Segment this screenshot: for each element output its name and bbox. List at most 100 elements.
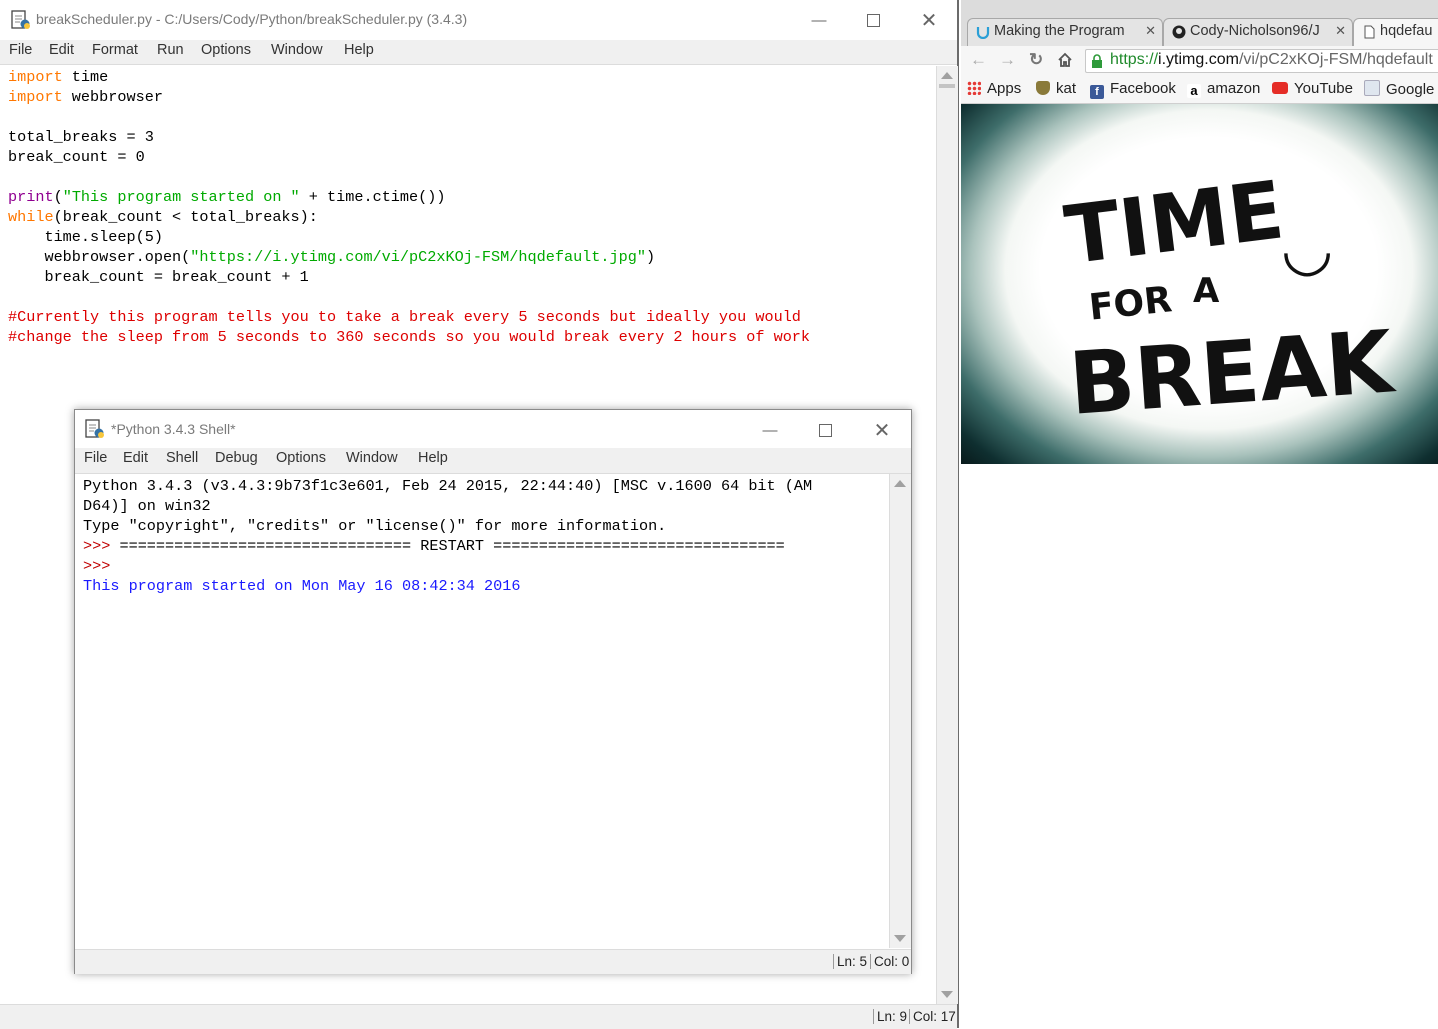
code-line: import time: [8, 67, 927, 87]
shell-line: >>>: [83, 556, 881, 576]
bookmark-amazon[interactable]: a amazon: [1187, 80, 1260, 98]
scroll-thumb[interactable]: [939, 84, 955, 88]
code-line: #Currently this program tells you to tak…: [8, 307, 927, 327]
shell-close-button[interactable]: ✕: [867, 418, 897, 442]
page-icon: [1364, 25, 1375, 39]
lock-icon: [1092, 54, 1102, 68]
shell-token: Type "copyright", "credits" or "license(…: [83, 517, 667, 535]
address-bar[interactable]: https://i.ytimg.com/vi/pC2xKOj-FSM/hqdef…: [1085, 49, 1438, 73]
shell-menu-file[interactable]: File: [84, 450, 107, 466]
menu-options[interactable]: Options: [201, 42, 251, 58]
bookmark-kat[interactable]: kat: [1036, 80, 1076, 97]
shell-token: This program started on Mon May 16 08:42…: [83, 577, 521, 595]
tab-github[interactable]: Cody-Nicholson96/J ✕: [1163, 18, 1353, 46]
shell-line: D64)] on win32: [83, 496, 881, 516]
shell-statusbar: Ln: 5 Col: 0: [75, 949, 911, 974]
code-line: webbrowser.open("https://i.ytimg.com/vi/…: [8, 247, 927, 267]
image-smiley: ◡: [1281, 214, 1333, 284]
editor-title: breakScheduler.py - C:/Users/Cody/Python…: [36, 11, 468, 27]
editor-status-line: Ln: 9: [873, 1009, 907, 1024]
maximize-icon: [818, 423, 832, 437]
code-line: #change the sleep from 5 seconds to 360 …: [8, 327, 927, 347]
shell-line: Python 3.4.3 (v3.4.3:9b73f1c3e601, Feb 2…: [83, 476, 881, 496]
shell-output-text[interactable]: Python 3.4.3 (v3.4.3:9b73f1c3e601, Feb 2…: [83, 476, 881, 596]
shell-title: *Python 3.4.3 Shell*: [111, 421, 236, 437]
tab-label: hqdefau: [1380, 23, 1433, 39]
bookmark-facebook[interactable]: f Facebook: [1090, 80, 1176, 99]
bookmark-label: Google: [1386, 81, 1435, 98]
kat-icon: [1036, 81, 1050, 95]
url-path: /vi/pC2xKOj-FSM/hqdefault: [1238, 51, 1433, 68]
bookmark-google[interactable]: Google: [1364, 80, 1434, 98]
shell-token: >>>: [83, 537, 120, 555]
shell-menubar: File Edit Shell Debug Options Window Hel…: [75, 448, 911, 474]
tab-label: Making the Program: [994, 23, 1125, 39]
python-shell-window: *Python 3.4.3 Shell* — ✕ File Edit Shell…: [74, 409, 912, 974]
bookmark-label: Apps: [987, 80, 1022, 97]
scroll-up-icon[interactable]: [941, 72, 953, 79]
editor-scrollbar[interactable]: [936, 66, 958, 1004]
editor-menubar: File Edit Format Run Options Window Help: [0, 40, 957, 65]
back-icon[interactable]: ←: [970, 50, 987, 70]
editor-titlebar[interactable]: breakScheduler.py - C:/Users/Cody/Python…: [0, 0, 957, 40]
close-button[interactable]: ✕: [914, 8, 944, 32]
shell-menu-options[interactable]: Options: [276, 450, 326, 466]
shell-menu-edit[interactable]: Edit: [123, 450, 148, 466]
shell-menu-help[interactable]: Help: [418, 450, 448, 466]
menu-edit[interactable]: Edit: [49, 42, 74, 58]
minimize-button[interactable]: —: [804, 8, 834, 32]
scroll-down-icon[interactable]: [894, 935, 906, 942]
code-token: ): [645, 248, 656, 266]
code-token: print: [8, 188, 54, 206]
shell-status-col: Col: 0: [870, 954, 909, 969]
bookmark-apps[interactable]: Apps: [967, 80, 1021, 97]
shell-scrollbar[interactable]: [889, 474, 911, 948]
shell-status-line: Ln: 5: [833, 954, 867, 969]
shell-menu-shell[interactable]: Shell: [166, 450, 198, 466]
shell-minimize-button[interactable]: —: [755, 418, 785, 442]
minimize-icon: —: [811, 11, 827, 29]
code-token: "This program started on ": [62, 188, 300, 206]
menu-format[interactable]: Format: [92, 42, 138, 58]
shell-menu-debug[interactable]: Debug: [215, 450, 258, 466]
shell-maximize-button[interactable]: [810, 418, 840, 442]
scroll-down-icon[interactable]: [941, 991, 953, 998]
menu-file[interactable]: File: [9, 42, 32, 58]
code-line: while(break_count < total_breaks):: [8, 207, 927, 227]
url-scheme: https://: [1110, 51, 1159, 68]
github-icon: [1172, 25, 1186, 39]
reload-icon[interactable]: ↻: [1029, 50, 1043, 70]
code-token: total_breaks = 3: [8, 128, 154, 146]
code-token: while: [8, 208, 54, 226]
chrome-browser-window: Making the Program ✕ Cody-Nicholson96/J …: [961, 0, 1438, 1028]
scroll-up-icon[interactable]: [894, 480, 906, 487]
image-text-time: TIME: [1060, 163, 1288, 282]
bookmark-label: Facebook: [1110, 80, 1176, 97]
close-icon: ✕: [920, 9, 938, 32]
maximize-button[interactable]: [858, 8, 888, 32]
shell-token: D64)] on win32: [83, 497, 211, 515]
shell-menu-window[interactable]: Window: [346, 450, 398, 466]
tab-label: Cody-Nicholson96/J: [1190, 23, 1320, 39]
tab-making-the-program[interactable]: Making the Program ✕: [967, 18, 1163, 46]
tab-close-icon[interactable]: ✕: [1145, 23, 1156, 39]
menu-help[interactable]: Help: [344, 42, 374, 58]
code-token: time.sleep(5): [8, 228, 163, 246]
code-editor-text[interactable]: import time import webbrowser total_break…: [8, 67, 927, 347]
image-text-a: A: [1193, 271, 1220, 311]
youtube-icon: [1272, 82, 1288, 94]
tab-hqdefault[interactable]: hqdefau: [1353, 18, 1438, 46]
home-icon[interactable]: [1057, 52, 1073, 68]
bookmark-youtube[interactable]: YouTube: [1272, 80, 1353, 97]
shell-titlebar[interactable]: *Python 3.4.3 Shell* — ✕: [75, 410, 911, 448]
forward-icon[interactable]: →: [999, 50, 1016, 70]
menu-run[interactable]: Run: [157, 42, 184, 58]
time-for-a-break-image: TIME ◡ FOR A BREAK: [961, 104, 1438, 464]
maximize-icon: [866, 13, 880, 27]
menu-window[interactable]: Window: [271, 42, 323, 58]
tab-close-icon[interactable]: ✕: [1335, 23, 1346, 39]
bookmark-label: kat: [1056, 80, 1077, 97]
